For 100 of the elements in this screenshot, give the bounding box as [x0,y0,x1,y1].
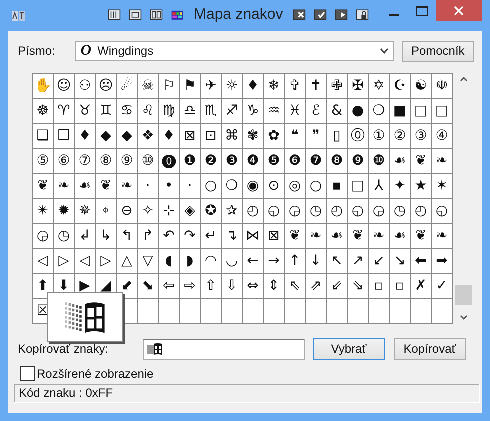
character-cell[interactable]: ⇦ [159,274,179,298]
character-cell[interactable]: ← [243,249,263,273]
character-cell[interactable]: ❼ [306,149,326,173]
select-button[interactable]: Vybrať [313,338,385,360]
character-cell[interactable]: ◶ [33,224,53,248]
character-cell[interactable]: ⇔ [243,274,263,298]
character-cell[interactable]: ⊠ [264,224,284,248]
character-cell[interactable]: ⬋ [117,274,137,298]
character-cell[interactable]: ☺ [54,74,74,98]
character-cell[interactable]: ✿ [264,124,284,148]
character-cell[interactable]: ❑ [33,124,53,148]
character-cell[interactable]: ✞ [285,74,305,98]
character-cell[interactable]: ℰ [306,99,326,123]
character-cell[interactable]: ⇩ [222,274,242,298]
character-cell[interactable]: ↑ [285,249,305,273]
character-cell[interactable]: ⇕ [264,274,284,298]
character-cell[interactable]: ⌘ [222,124,242,148]
character-cell[interactable]: ◡ [222,249,242,273]
character-cell[interactable]: ◴ [411,199,431,223]
character-cell[interactable]: ↘ [390,249,410,273]
scroll-down-icon[interactable] [460,315,468,320]
character-cell[interactable]: ✡ [369,74,389,98]
character-cell[interactable]: ⊹ [159,199,179,223]
play-window-icon[interactable] [335,8,348,20]
character-cell[interactable]: ↱ [138,224,158,248]
character-cell[interactable]: ⑤ [33,149,53,173]
character-cell[interactable]: ◖ [159,249,179,273]
character-cell[interactable]: ♏ [201,99,221,123]
character-cell[interactable]: ❄ [264,74,284,98]
character-cell[interactable]: ♍ [159,99,179,123]
character-cell[interactable]: ♦ [75,124,95,148]
character-cell[interactable]: ◶ [285,199,305,223]
character-cell[interactable]: ⋈ [243,224,263,248]
character-cell[interactable]: ◷ [306,199,326,223]
character-cell[interactable]: ★ [411,174,431,198]
character-cell[interactable]: ⇧ [201,274,221,298]
character-cell[interactable]: ⌖ [96,199,116,223]
character-cell[interactable]: □ [432,99,452,123]
character-cell[interactable]: ❍ [222,174,242,198]
character-cell[interactable]: ◗ [180,249,200,273]
help-button[interactable]: Pomocník [402,40,474,62]
character-cell[interactable]: ❾ [348,149,368,173]
character-cell[interactable]: ▷ [54,249,74,273]
character-cell[interactable]: ❧ [117,174,137,198]
character-cell[interactable]: ↖ [327,249,347,273]
grid-icon[interactable] [171,8,184,20]
character-cell[interactable]: ⇖ [285,274,305,298]
character-cell[interactable]: ⚑ [180,74,200,98]
character-cell[interactable]: ♎ [180,99,200,123]
character-cell[interactable]: ☄ [117,74,137,98]
character-cell[interactable]: ❒ [54,124,74,148]
character-cell[interactable]: ⚐ [159,74,179,98]
character-cell[interactable]: ☹ [96,74,116,98]
character-cell[interactable]: ↵ [201,224,221,248]
character-cell[interactable]: ➡ [432,249,452,273]
character-cell[interactable]: ♉ [75,99,95,123]
character-cell[interactable]: ❦ [348,224,368,248]
character-cell[interactable]: ◈ [180,199,200,223]
character-cell[interactable]: ◆ [117,124,137,148]
scrollbar-thumb[interactable] [455,285,472,305]
character-cell[interactable]: ❸ [222,149,242,173]
character-cell[interactable]: ♐ [222,99,242,123]
character-cell[interactable]: ☠ [138,74,158,98]
character-cell[interactable]: ⬅ [411,249,431,273]
character-cell[interactable]: ❞ [306,124,326,148]
close-button[interactable] [436,0,482,21]
character-cell[interactable]: ⇨ [180,274,200,298]
character-cell[interactable]: ♌ [138,99,158,123]
character-cell[interactable]: ⑥ [54,149,74,173]
character-cell[interactable]: ♋ [117,99,137,123]
character-cell[interactable]: ⬆ [33,274,53,298]
character-cell[interactable]: ❶ [180,149,200,173]
scroll-up-icon[interactable] [460,77,468,82]
check-window-icon[interactable] [314,8,328,20]
character-cell[interactable]: ❦ [411,224,431,248]
character-cell[interactable]: □ [411,99,431,123]
character-cell[interactable]: ❽ [327,149,347,173]
character-cell[interactable]: ☙ [327,224,347,248]
character-cell[interactable]: ❧ [306,224,326,248]
character-cell[interactable]: ☸ [33,99,53,123]
character-cell[interactable]: ⅄ [369,174,389,198]
character-cell[interactable]: ⑩ [138,149,158,173]
character-cell[interactable]: ▷ [96,249,116,273]
character-cell[interactable]: ♈ [54,99,74,123]
character-cell[interactable]: ✝ [306,74,326,98]
character-cell[interactable]: ⑦ [75,149,95,173]
character-cell[interactable]: ❦ [96,174,116,198]
character-cell[interactable]: ✦ [390,174,410,198]
character-cell[interactable]: ❦ [285,224,305,248]
character-cell[interactable]: ❧ [369,224,389,248]
character-cell[interactable]: ◵ [264,199,284,223]
character-cell[interactable]: ❖ [138,124,158,148]
character-cell[interactable]: ⊡ [201,124,221,148]
character-cell[interactable]: ⓿ [159,149,179,173]
character-cell[interactable]: ✵ [75,199,95,223]
character-cell[interactable]: ↶ [159,224,179,248]
character-cell[interactable]: ⓪ [348,124,368,148]
character-cell[interactable]: ✰ [222,199,242,223]
character-cell[interactable]: ■ [390,99,410,123]
character-cell[interactable]: ⬊ [138,274,158,298]
